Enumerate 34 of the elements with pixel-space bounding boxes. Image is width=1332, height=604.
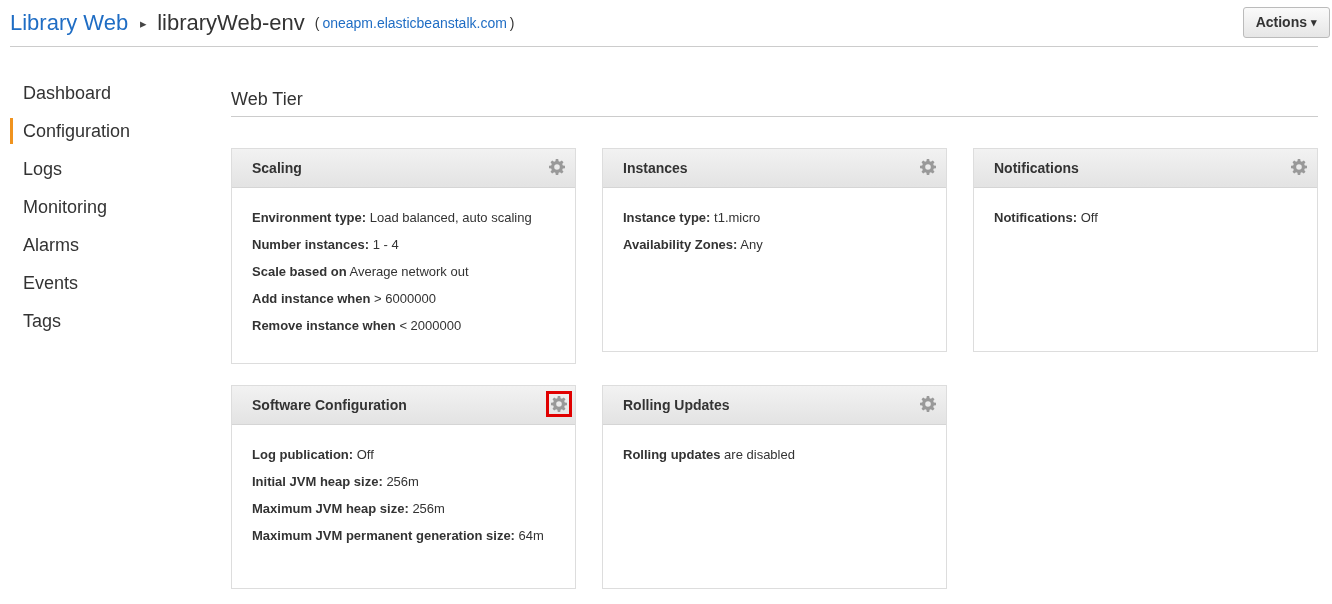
setting-line: Maximum JVM heap size: 256m — [252, 501, 446, 516]
url-close-paren: ) — [509, 15, 515, 31]
sidebar-item[interactable]: Alarms — [10, 232, 221, 258]
setting-line: Initial JVM heap size: 256m — [252, 474, 420, 489]
card-title: Notifications — [994, 160, 1079, 176]
setting-line: Log publication: Off — [252, 447, 375, 462]
card-title: Software Configuration — [252, 397, 407, 413]
environment-url-link[interactable]: oneapm.elasticbeanstalk.com — [322, 15, 507, 31]
sidebar-item[interactable]: Events — [10, 270, 221, 296]
setting-line: Remove instance when < 2000000 — [252, 318, 463, 333]
gear-icon[interactable] — [546, 390, 572, 417]
url-open-paren: ( — [314, 15, 320, 31]
sidebar-item[interactable]: Dashboard — [10, 80, 221, 106]
breadcrumb-separator: ▸ — [140, 15, 148, 31]
setting-line: Number instances: 1 - 4 — [252, 237, 400, 252]
environment-name: libraryWeb-env — [157, 10, 305, 36]
setting-line: Instance type: t1.micro — [623, 210, 762, 225]
setting-line: Rolling updates are disabled — [623, 447, 796, 462]
card-title: Instances — [623, 160, 688, 176]
setting-line: Scale based on Average network out — [252, 264, 470, 279]
card-title: Rolling Updates — [623, 397, 730, 413]
setting-line: Notifications: Off — [994, 210, 1099, 225]
setting-line: Maximum JVM permanent generation size: 64m — [252, 528, 545, 543]
setting-line: Add instance when > 6000000 — [252, 291, 437, 306]
sidebar-item[interactable]: Configuration — [10, 118, 221, 144]
setting-line: Availability Zones: Any — [623, 237, 764, 252]
actions-button[interactable]: Actions ▾ — [1242, 6, 1330, 38]
section-title: Web Tier — [231, 89, 1318, 117]
application-link[interactable]: Library Web — [10, 10, 129, 36]
sidebar-item[interactable]: Monitoring — [10, 194, 221, 220]
sidebar-item[interactable]: Tags — [10, 308, 221, 334]
setting-line: Environment type: Load balanced, auto scaling — [252, 210, 533, 225]
sidebar-item[interactable]: Logs — [10, 156, 221, 182]
card-title: Scaling — [252, 160, 302, 176]
